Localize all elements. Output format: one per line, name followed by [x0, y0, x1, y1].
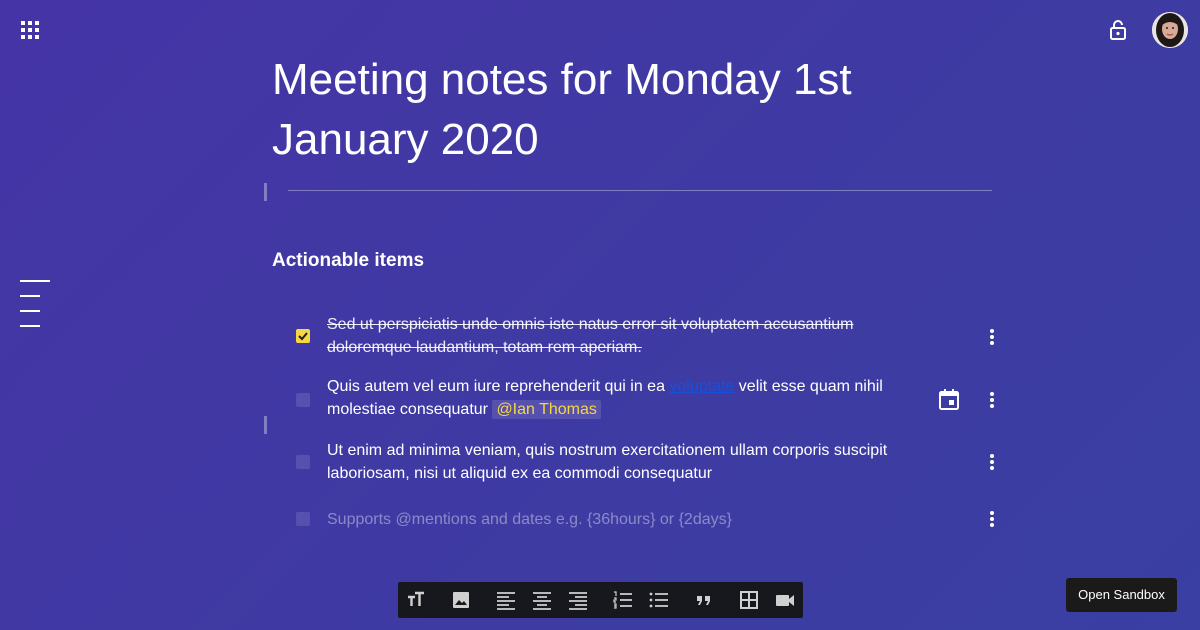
- block-handle[interactable]: [264, 416, 267, 434]
- image-icon[interactable]: [451, 590, 471, 610]
- lock-open-icon[interactable]: [1107, 19, 1129, 41]
- apps-grid-icon[interactable]: [21, 21, 39, 39]
- task-text[interactable]: Sed ut perspiciatis unde omnis iste natu…: [327, 313, 927, 359]
- more-options-icon[interactable]: [990, 329, 996, 347]
- divider: [288, 190, 992, 191]
- text-size-icon[interactable]: [406, 590, 426, 610]
- task-link[interactable]: voluptate: [669, 378, 734, 395]
- task-checkbox[interactable]: [296, 455, 310, 469]
- more-options-icon[interactable]: [990, 392, 996, 410]
- more-options-icon[interactable]: [990, 511, 996, 529]
- open-sandbox-button[interactable]: Open Sandbox: [1066, 578, 1177, 612]
- quote-icon[interactable]: [694, 590, 714, 610]
- more-options-icon[interactable]: [990, 454, 996, 472]
- bulleted-list-icon[interactable]: [649, 590, 669, 610]
- task-text[interactable]: Ut enim ad minima veniam, quis nostrum e…: [327, 439, 927, 485]
- video-icon[interactable]: [775, 590, 795, 610]
- check-icon: [298, 332, 308, 341]
- numbered-list-icon[interactable]: [613, 590, 633, 610]
- align-left-icon[interactable]: [496, 590, 516, 610]
- task-item: Sed ut perspiciatis unde omnis iste natu…: [290, 313, 1010, 361]
- formatting-toolbar: [398, 582, 803, 618]
- task-checkbox[interactable]: [296, 329, 310, 343]
- task-item: Supports @mentions and dates e.g. {36hou…: [290, 508, 1010, 532]
- avatar[interactable]: [1152, 12, 1188, 48]
- task-item: Ut enim ad minima veniam, quis nostrum e…: [290, 439, 1010, 487]
- task-checkbox[interactable]: [296, 512, 310, 526]
- table-icon[interactable]: [739, 590, 759, 610]
- task-checkbox[interactable]: [296, 393, 310, 407]
- task-item: Quis autem vel eum iure reprehenderit qu…: [290, 375, 1010, 423]
- block-handle[interactable]: [264, 183, 267, 201]
- calendar-icon[interactable]: [939, 388, 959, 415]
- align-center-icon[interactable]: [532, 590, 552, 610]
- outline-menu-icon[interactable]: [20, 280, 50, 340]
- task-text[interactable]: Quis autem vel eum iure reprehenderit qu…: [327, 375, 927, 421]
- align-right-icon[interactable]: [568, 590, 588, 610]
- page-title[interactable]: Meeting notes for Monday 1st January 202…: [272, 50, 972, 170]
- section-heading[interactable]: Actionable items: [272, 250, 424, 272]
- mention-chip[interactable]: @Ian Thomas: [492, 400, 601, 419]
- task-placeholder[interactable]: Supports @mentions and dates e.g. {36hou…: [327, 508, 927, 531]
